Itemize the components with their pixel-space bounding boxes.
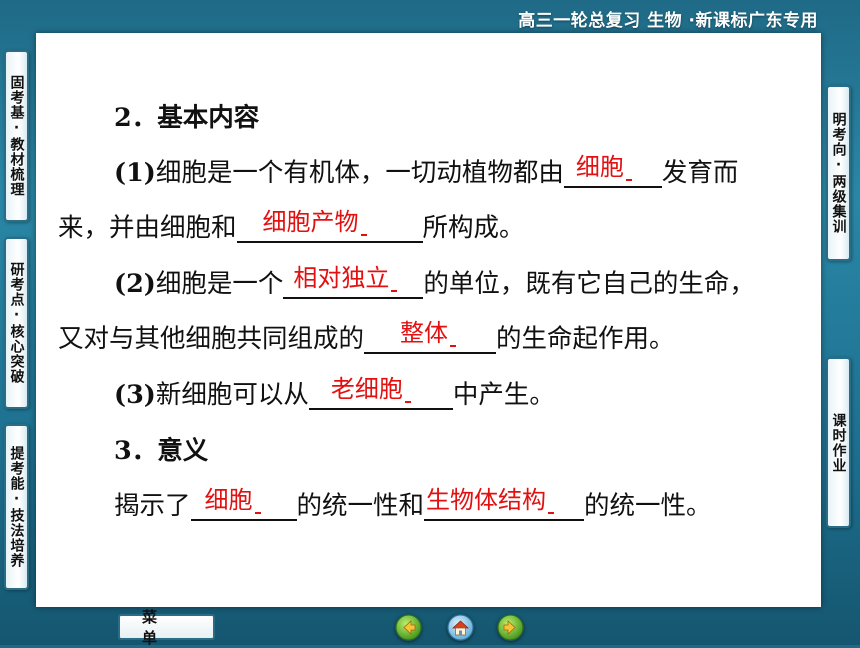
text: 又对与其他细胞共同组成的	[58, 324, 365, 354]
paragraph-1-line-1: (1)细胞是一个有机体，一切动植物都由 细胞 发育而	[114, 153, 739, 188]
text: 所构成。	[422, 213, 525, 243]
answer-blank: 老细胞	[308, 375, 453, 410]
answer-text: 整体	[400, 318, 456, 348]
menu-button[interactable]: 菜单	[118, 608, 215, 647]
paragraph-2-line-1: (2)细胞是一个 相对独立 的单位，既有它自己的生命，	[114, 264, 755, 299]
answer-text: 生物体结构	[426, 485, 554, 515]
slide-content: 2．基本内容 (1)细胞是一个有机体，一切动植物都由 细胞 发育而 来，并由细胞和细…	[36, 33, 821, 607]
text: 中产生。	[452, 380, 555, 410]
left-tab-skills[interactable]: 提考能·技法培养	[4, 424, 29, 590]
paragraph-1-line-2: 来，并由细胞和 细胞产物 所构成。	[58, 208, 525, 243]
previous-arrow-icon[interactable]	[395, 614, 422, 641]
section2-heading: 2．基本内容	[114, 103, 260, 133]
answer-text: 相对独立	[293, 263, 397, 293]
answer-text: 细胞	[205, 485, 261, 515]
paragraph-3: (3)新细胞可以从 老细胞 中产生。	[114, 375, 555, 410]
text: 发育而	[661, 158, 739, 188]
left-tab-review-basics[interactable]: 固考基·教材梳理	[4, 50, 29, 222]
text: 的生命起作用。	[496, 324, 675, 354]
text: 新细胞可以从	[155, 380, 309, 410]
left-tab-key-points[interactable]: 研考点·核心突破	[4, 237, 29, 409]
answer-blank: 细胞	[190, 486, 297, 521]
home-icon[interactable]	[447, 614, 474, 641]
section3-heading: 3．意义	[114, 436, 209, 466]
answer-text: 细胞产物	[263, 207, 367, 237]
item-number: (1)	[114, 158, 156, 188]
answer-blank: 相对独立	[283, 264, 424, 299]
text: 的单位，既有它自己的生命，	[423, 269, 755, 299]
answer-blank: 细胞	[563, 153, 662, 188]
text: 细胞是一个有机体，一切动植物都由	[155, 158, 564, 188]
text: 的统一性。	[584, 491, 712, 521]
answer-text: 老细胞	[331, 374, 411, 404]
text: 细胞是一个	[155, 269, 284, 299]
answer-blank: 细胞产物	[236, 208, 423, 243]
answer-blank: 整体	[364, 319, 497, 354]
next-arrow-icon[interactable]	[497, 614, 524, 641]
answer-blank: 生物体结构	[424, 486, 585, 521]
text: 来，并由细胞和	[58, 213, 237, 243]
answer-text: 细胞	[576, 152, 632, 182]
item-number: (2)	[114, 269, 156, 299]
right-tab-exam-direction[interactable]: 明考向·两级集训	[826, 85, 851, 261]
header-title: 高三一轮总复习 生物 ·新课标广东专用	[518, 11, 818, 31]
paragraph-4: 揭示了 细胞 的统一性和 生物体结构 的统一性。	[114, 486, 712, 521]
text: 的统一性和	[296, 491, 425, 521]
right-tab-homework[interactable]: 课时作业	[826, 357, 851, 528]
text: 揭示了	[114, 491, 191, 521]
paragraph-2-line-2: 又对与其他细胞共同组成的 整体 的生命起作用。	[58, 319, 675, 354]
item-number: (3)	[114, 380, 156, 410]
